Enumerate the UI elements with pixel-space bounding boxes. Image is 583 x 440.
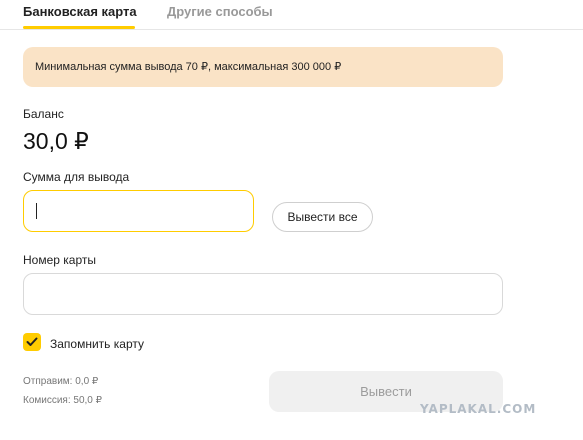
- payout-method-tabs: Банковская карта Другие способы: [0, 0, 583, 30]
- fee-amount: Комиссия: 50,0 ₽: [23, 395, 103, 406]
- amount-input[interactable]: [23, 190, 254, 232]
- amount-label: Сумма для вывода: [23, 170, 130, 184]
- tab-bank-card[interactable]: Банковская карта: [23, 4, 137, 20]
- balance-label: Баланс: [23, 107, 64, 121]
- watermark: YAPLAKAL.COM: [420, 402, 537, 416]
- amount-to-send: Отправим: 0,0 ₽: [23, 376, 99, 387]
- card-number-label: Номер карты: [23, 253, 96, 267]
- withdraw-all-button[interactable]: Вывести все: [272, 202, 373, 232]
- card-number-input[interactable]: [23, 273, 503, 315]
- withdrawal-limits-text: Минимальная сумма вывода 70 ₽, максималь…: [35, 61, 342, 73]
- checkmark-icon: [26, 337, 38, 346]
- active-tab-indicator: [23, 26, 135, 29]
- tab-other-methods[interactable]: Другие способы: [167, 4, 273, 20]
- remember-card-checkbox[interactable]: [23, 333, 41, 351]
- text-cursor: [36, 203, 37, 219]
- withdrawal-limits-notice: Минимальная сумма вывода 70 ₽, максималь…: [23, 47, 503, 87]
- remember-card-label[interactable]: Запомнить карту: [50, 337, 144, 352]
- balance-value: 30,0 ₽: [23, 128, 89, 154]
